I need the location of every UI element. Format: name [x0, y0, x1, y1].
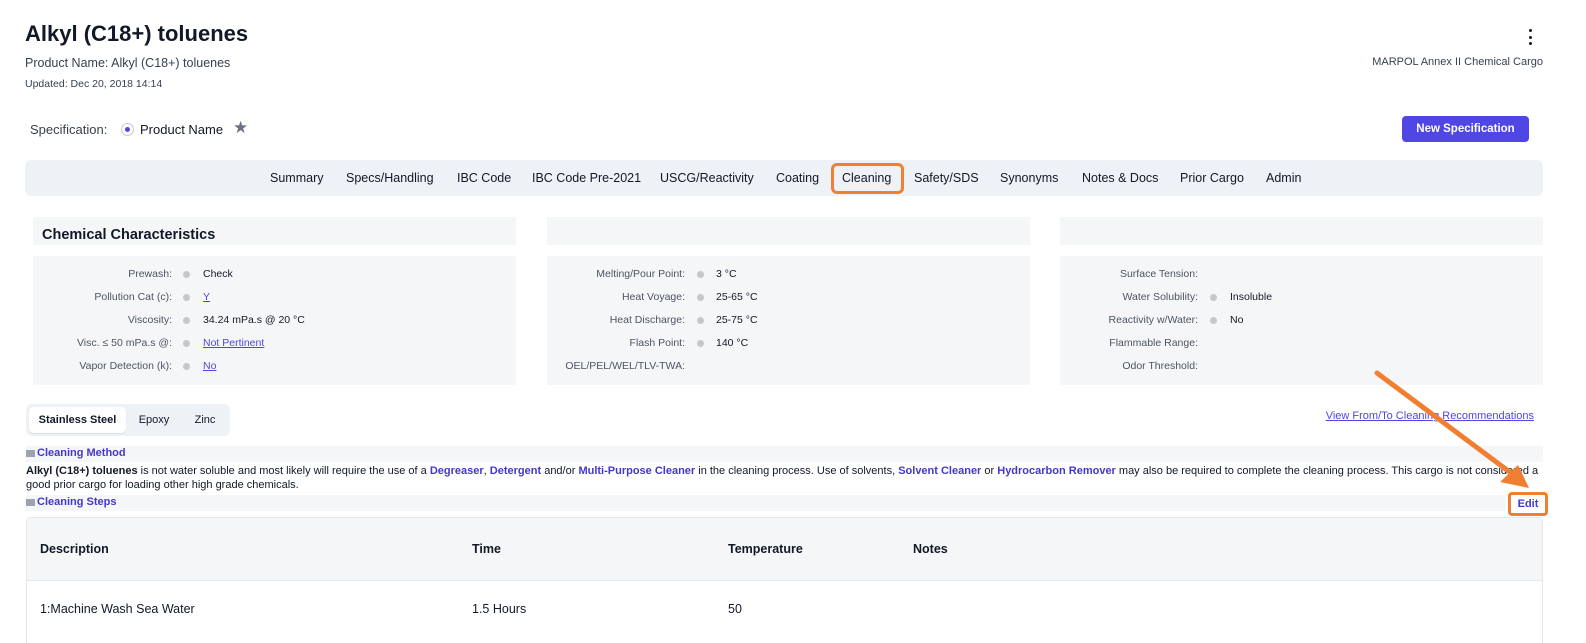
tab-summary[interactable]: Summary — [270, 171, 323, 185]
viscosity-link[interactable]: Not Pertinent — [203, 337, 264, 349]
char-value: 25-65 °C — [716, 291, 758, 303]
char-label: Prewash: — [128, 268, 172, 280]
tab-admin[interactable]: Admin — [1266, 171, 1301, 185]
star-icon[interactable]: ★ — [233, 118, 248, 138]
char-label: Melting/Pour Point: — [596, 268, 685, 280]
material-tab-epoxy[interactable]: Epoxy — [129, 407, 179, 433]
column-time: Time — [472, 542, 501, 556]
tab-coating[interactable]: Coating — [776, 171, 819, 185]
char-label: Viscosity: — [127, 314, 172, 326]
tab-notes-docs[interactable]: Notes & Docs — [1082, 171, 1158, 185]
material-tab-stainless-steel[interactable]: Stainless Steel — [29, 407, 126, 433]
char-value: 140 °C — [716, 337, 749, 349]
multi-purpose-cleaner-link[interactable]: Multi-Purpose Cleaner — [578, 465, 695, 477]
updated-timestamp: Updated: Dec 20, 2018 14:14 — [25, 78, 163, 90]
table-header: Description Time Temperature Notes — [27, 518, 1542, 581]
characteristics-panel-1: Chemical Characteristics Prewash: Check P… — [33, 217, 516, 385]
char-value: 25-75 °C — [716, 314, 758, 326]
column-description: Description — [40, 542, 109, 556]
char-value: Insoluble — [1230, 291, 1273, 303]
specification-radio[interactable] — [121, 123, 134, 136]
cleaning-steps-header[interactable]: Cleaning Steps — [26, 495, 1506, 511]
column-temperature: Temperature — [728, 542, 803, 556]
char-label: Water Solubility: — [1122, 291, 1198, 303]
cleaning-steps-table: Description Time Temperature Notes 1:Mac… — [26, 517, 1543, 643]
tab-safety-sds[interactable]: Safety/SDS — [914, 171, 979, 185]
characteristics-panel-3: Surface Tension: Water Solubility: Insolu… — [1060, 217, 1543, 385]
cleaning-method-header[interactable]: Cleaning Method — [26, 446, 1543, 462]
material-toggle: Stainless Steel Epoxy Zinc — [26, 404, 230, 436]
tab-ibc-code-pre-2021[interactable]: IBC Code Pre-2021 — [532, 171, 641, 185]
specification-label: Specification: — [30, 122, 108, 137]
char-label: Heat Discharge: — [609, 314, 685, 326]
more-vertical-icon[interactable] — [1521, 27, 1539, 47]
page-title: Alkyl (C18+) toluenes — [25, 21, 249, 46]
tab-ibc-code[interactable]: IBC Code — [457, 171, 511, 185]
char-label: Odor Threshold: — [1122, 360, 1198, 372]
cargo-category: MARPOL Annex II Chemical Cargo — [1372, 56, 1543, 68]
degreaser-link[interactable]: Degreaser — [430, 465, 484, 477]
collapse-icon — [26, 499, 35, 506]
vapor-detection-link[interactable]: No — [203, 360, 216, 372]
step-time: 1.5 Hours — [472, 602, 527, 616]
char-value: 3 °C — [716, 268, 737, 280]
tab-bar: Summary Specs/Handling IBC Code IBC Code… — [25, 160, 1543, 196]
material-tab-zinc[interactable]: Zinc — [182, 407, 228, 433]
active-tab-highlight — [831, 163, 904, 194]
char-label: OEL/PEL/WEL/TLV-TWA: — [565, 360, 685, 372]
solvent-cleaner-link[interactable]: Solvent Cleaner — [898, 465, 981, 477]
new-specification-button[interactable]: New Specification — [1402, 116, 1529, 142]
char-label: Vapor Detection (k): — [79, 360, 172, 372]
tab-prior-cargo[interactable]: Prior Cargo — [1180, 171, 1244, 185]
char-value: 34.24 mPa.s @ 20 °C — [203, 314, 305, 326]
char-value: Check — [203, 268, 233, 280]
char-label: Reactivity w/Water: — [1108, 314, 1198, 326]
cleaning-recommendations-link[interactable]: View From/To Cleaning Recommendations — [1326, 410, 1534, 422]
cleaning-steps-title: Cleaning Steps — [37, 496, 117, 508]
char-label: Surface Tension: — [1119, 268, 1198, 280]
collapse-icon — [26, 450, 35, 457]
char-value: No — [1230, 314, 1244, 326]
hydrocarbon-remover-link[interactable]: Hydrocarbon Remover — [997, 465, 1116, 477]
char-label: Flammable Range: — [1109, 337, 1198, 349]
tab-synonyms[interactable]: Synonyms — [1000, 171, 1058, 185]
product-name: Product Name: Alkyl (C18+) toluenes — [25, 56, 231, 70]
char-label: Pollution Cat (c): — [94, 291, 172, 303]
pollution-cat-link[interactable]: Y — [203, 291, 210, 303]
char-label: Visc. ≤ 50 mPa.s @: — [76, 337, 172, 349]
cleaning-method-title: Cleaning Method — [37, 447, 126, 459]
tab-specs-handling[interactable]: Specs/Handling — [346, 171, 434, 185]
edit-button[interactable]: Edit — [1508, 492, 1548, 516]
step-temperature: 50 — [728, 602, 742, 616]
column-notes: Notes — [913, 542, 948, 556]
cleaning-method-text: Alkyl (C18+) toluenes is not water solub… — [26, 465, 1539, 491]
char-label: Flash Point: — [629, 337, 685, 349]
characteristics-title: Chemical Characteristics — [33, 217, 516, 245]
detergent-link[interactable]: Detergent — [490, 465, 541, 477]
char-label: Heat Voyage: — [621, 291, 685, 303]
step-description: 1:Machine Wash Sea Water — [40, 602, 195, 616]
tab-uscg-reactivity[interactable]: USCG/Reactivity — [660, 171, 754, 185]
characteristics-panel-2: Melting/Pour Point: 3 °C Heat Voyage: 25-6… — [547, 217, 1030, 385]
specification-option[interactable]: Product Name — [140, 122, 223, 137]
